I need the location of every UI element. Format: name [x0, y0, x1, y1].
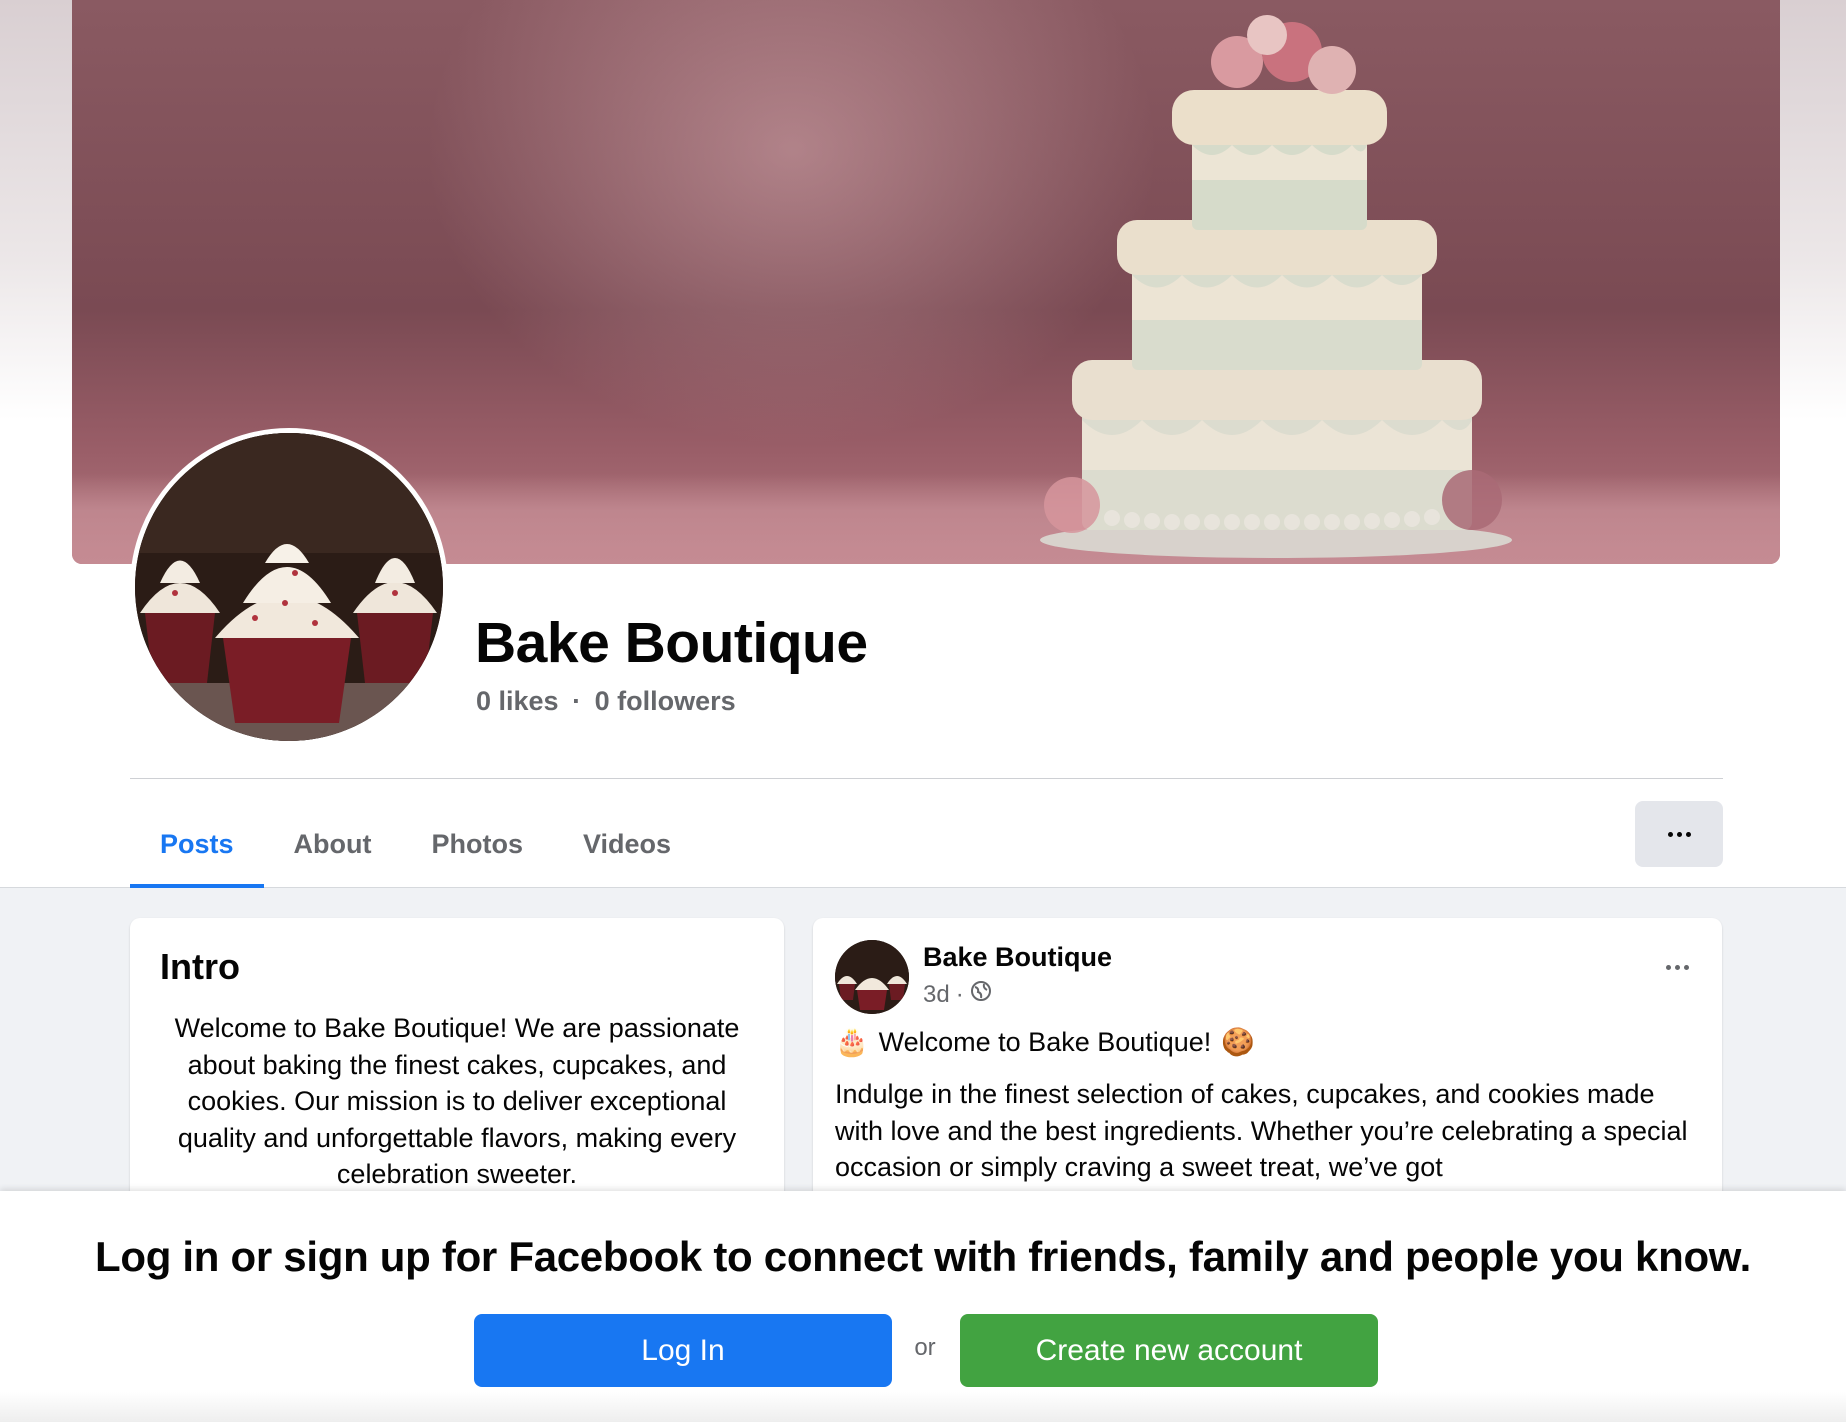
post-body: Indulge in the finest selection of cakes…: [835, 1079, 1688, 1182]
post-options-button[interactable]: [1657, 952, 1697, 982]
intro-text: Welcome to Bake Boutique! We are passion…: [174, 1013, 740, 1189]
page-tabs: Posts About Photos Videos: [130, 800, 701, 888]
create-account-button[interactable]: Create new account: [960, 1314, 1378, 1387]
cookie-emoji: 🍪: [1221, 1027, 1255, 1057]
page-stats: 0 likes · 0 followers: [476, 686, 736, 717]
login-banner-heading: Log in or sign up for Facebook to connec…: [95, 1233, 1751, 1280]
login-button[interactable]: Log In: [474, 1314, 892, 1387]
post-headline: 🎂 Welcome to Bake Boutique! 🍪: [835, 1026, 1255, 1058]
page-title: Bake Boutique: [475, 611, 868, 675]
tab-photos[interactable]: Photos: [402, 800, 554, 888]
meta-separator: ·: [955, 980, 964, 1008]
cupcakes-thumbnail: [835, 940, 909, 1014]
tab-posts[interactable]: Posts: [130, 800, 264, 888]
cupcakes-image: [135, 433, 443, 741]
intro-title: Intro: [160, 946, 240, 987]
more-horizontal-icon: [1667, 831, 1691, 837]
post-author-name[interactable]: Bake Boutique: [923, 942, 1112, 973]
more-options-button[interactable]: [1635, 801, 1723, 867]
birthday-cake-emoji: 🎂: [835, 1027, 869, 1057]
login-banner: Log in or sign up for Facebook to connec…: [0, 1191, 1846, 1422]
bottom-edge: [0, 1392, 1846, 1422]
likes-count[interactable]: 0 likes: [476, 686, 559, 716]
or-label: or: [914, 1334, 936, 1361]
followers-count[interactable]: 0 followers: [595, 686, 736, 716]
stats-separator: ·: [572, 686, 582, 716]
globe-icon: [970, 980, 992, 1009]
post-card: Bake Boutique 3d · 🎂 Welcome to Bake Bou…: [813, 918, 1722, 1218]
post-headline-text: Welcome to Bake Boutique!: [878, 1026, 1212, 1057]
post-author-avatar[interactable]: [835, 940, 909, 1014]
header-divider: [130, 778, 1723, 779]
more-horizontal-icon: [1665, 964, 1689, 970]
profile-picture[interactable]: [130, 428, 448, 746]
intro-card: Intro Welcome to Bake Boutique! We are p…: [130, 918, 784, 1218]
tab-videos[interactable]: Videos: [553, 800, 701, 888]
post-timestamp[interactable]: 3d: [923, 981, 950, 1009]
post-meta: 3d ·: [923, 980, 992, 1009]
tab-about[interactable]: About: [264, 800, 402, 888]
